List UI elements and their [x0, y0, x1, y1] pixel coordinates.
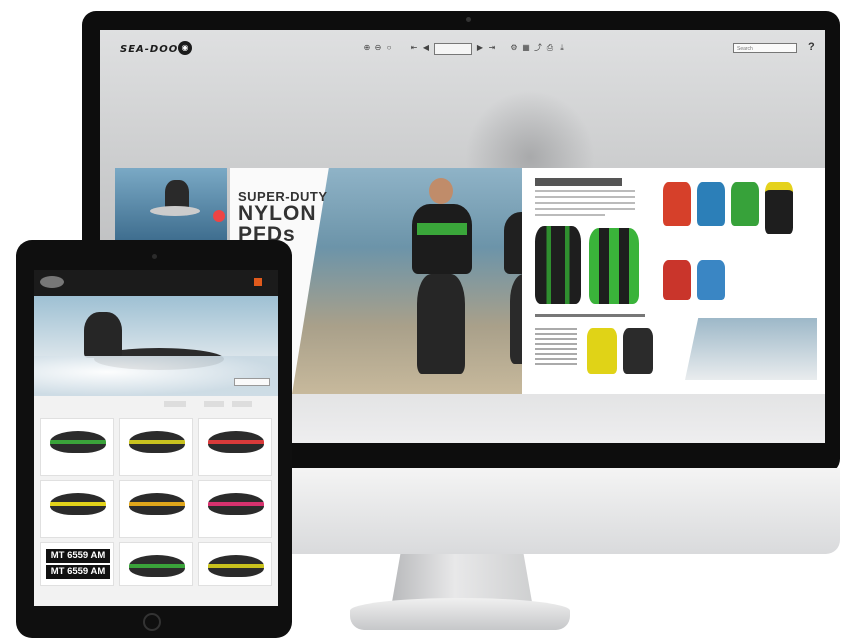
vest-swatch-blue	[697, 182, 725, 226]
cart-icon[interactable]	[254, 278, 262, 286]
section-title-bar	[535, 178, 622, 186]
catalog-headline: SUPER-DUTY NYLON PFDs	[238, 190, 328, 245]
vest-swatch-green	[731, 182, 759, 226]
play-icon[interactable]	[213, 210, 225, 222]
catalog-page-right[interactable]	[525, 168, 825, 394]
imac-stand-base	[350, 598, 570, 630]
hero-rider	[84, 312, 122, 358]
watercraft-image	[129, 493, 185, 515]
site-nav	[34, 270, 278, 296]
vest-image	[535, 226, 581, 304]
search-input[interactable]: Search	[733, 43, 797, 53]
zoom-fit-icon[interactable]: ○	[385, 44, 393, 52]
brand-logo[interactable]: SEA-DOO	[120, 44, 178, 55]
product-card[interactable]	[119, 542, 193, 586]
imac-stand-neck	[392, 554, 532, 602]
filter-bar	[34, 398, 278, 412]
product-card[interactable]: MT 6559 AM MT 6559 AM	[40, 542, 114, 586]
grid-icon[interactable]: ▦	[522, 44, 530, 52]
product-card[interactable]	[40, 480, 114, 538]
watercraft-image	[208, 555, 264, 577]
filter-button[interactable]	[164, 401, 186, 407]
camera-icon	[152, 254, 157, 259]
watercraft-image	[129, 555, 185, 577]
model-1-vest-stripe	[417, 223, 467, 235]
help-icon[interactable]: ?	[808, 41, 815, 53]
spec-list	[535, 328, 577, 368]
watercraft-image	[50, 431, 106, 453]
registration-decal: MT 6559 AM	[46, 549, 110, 563]
brand-logo[interactable]	[40, 276, 64, 288]
vest-swatch-red	[663, 260, 691, 300]
vest-swatch-blue	[697, 260, 725, 300]
vest-image	[587, 328, 617, 374]
share-icon[interactable]: ⤴	[534, 44, 542, 52]
product-card[interactable]	[198, 542, 272, 586]
first-page-icon[interactable]: ⇤	[410, 44, 418, 52]
product-card[interactable]	[198, 480, 272, 538]
model-2-vest	[504, 212, 522, 274]
zoom-out-icon[interactable]: ⊖	[374, 44, 382, 52]
vest-swatch-yellow	[765, 182, 793, 234]
hero-splash	[34, 356, 278, 396]
gear-icon[interactable]: ⚙	[510, 44, 518, 52]
model-1-vest	[412, 204, 472, 274]
zoom-in-icon[interactable]: ⊕	[363, 44, 371, 52]
product-card[interactable]	[119, 480, 193, 538]
thumbnail-watercraft	[150, 206, 200, 216]
page-number-input[interactable]	[434, 43, 472, 55]
watercraft-image	[208, 493, 264, 515]
vest-image	[589, 228, 639, 304]
headline-line-2: NYLON	[238, 202, 317, 225]
tablet-screen: MT 6559 AM MT 6559 AM	[34, 270, 278, 606]
brand-emblem-icon: ◉	[178, 41, 192, 55]
vest-image	[623, 328, 653, 374]
model-1-legs	[417, 274, 465, 374]
product-card[interactable]	[119, 418, 193, 476]
product-card[interactable]	[198, 418, 272, 476]
last-page-icon[interactable]: ⇥	[488, 44, 496, 52]
home-button[interactable]	[143, 613, 161, 631]
registration-decal: MT 6559 AM	[46, 565, 110, 579]
flipbook-toolbar: SEA-DOO ◉ ⊕ ⊖ ○ ⇤ ◀ ▶ ⇥ ⚙ ▦ ⤴ ⎙ ⤓ Search…	[100, 30, 825, 64]
watercraft-image	[50, 493, 106, 515]
model-2-legs	[510, 274, 522, 364]
page-thumbnail[interactable]	[115, 168, 227, 240]
camera-icon	[466, 17, 471, 22]
rider-action-photo	[685, 318, 817, 380]
vest-swatch-red	[663, 182, 691, 226]
watercraft-image	[208, 431, 264, 453]
filter-button[interactable]	[204, 401, 224, 407]
print-icon[interactable]: ⎙	[546, 44, 554, 52]
product-card[interactable]	[40, 418, 114, 476]
product-description	[535, 190, 635, 220]
download-icon[interactable]: ⤓	[558, 44, 566, 52]
prev-page-icon[interactable]: ◀	[422, 44, 430, 52]
watercraft-image	[129, 431, 185, 453]
next-page-icon[interactable]: ▶	[476, 44, 484, 52]
section-divider	[535, 314, 645, 317]
catalog-spread[interactable]: SUPER-DUTY NYLON PFDs	[230, 168, 825, 394]
sort-button[interactable]	[232, 401, 252, 407]
model-1-head	[429, 178, 453, 204]
search-input[interactable]	[234, 378, 270, 386]
